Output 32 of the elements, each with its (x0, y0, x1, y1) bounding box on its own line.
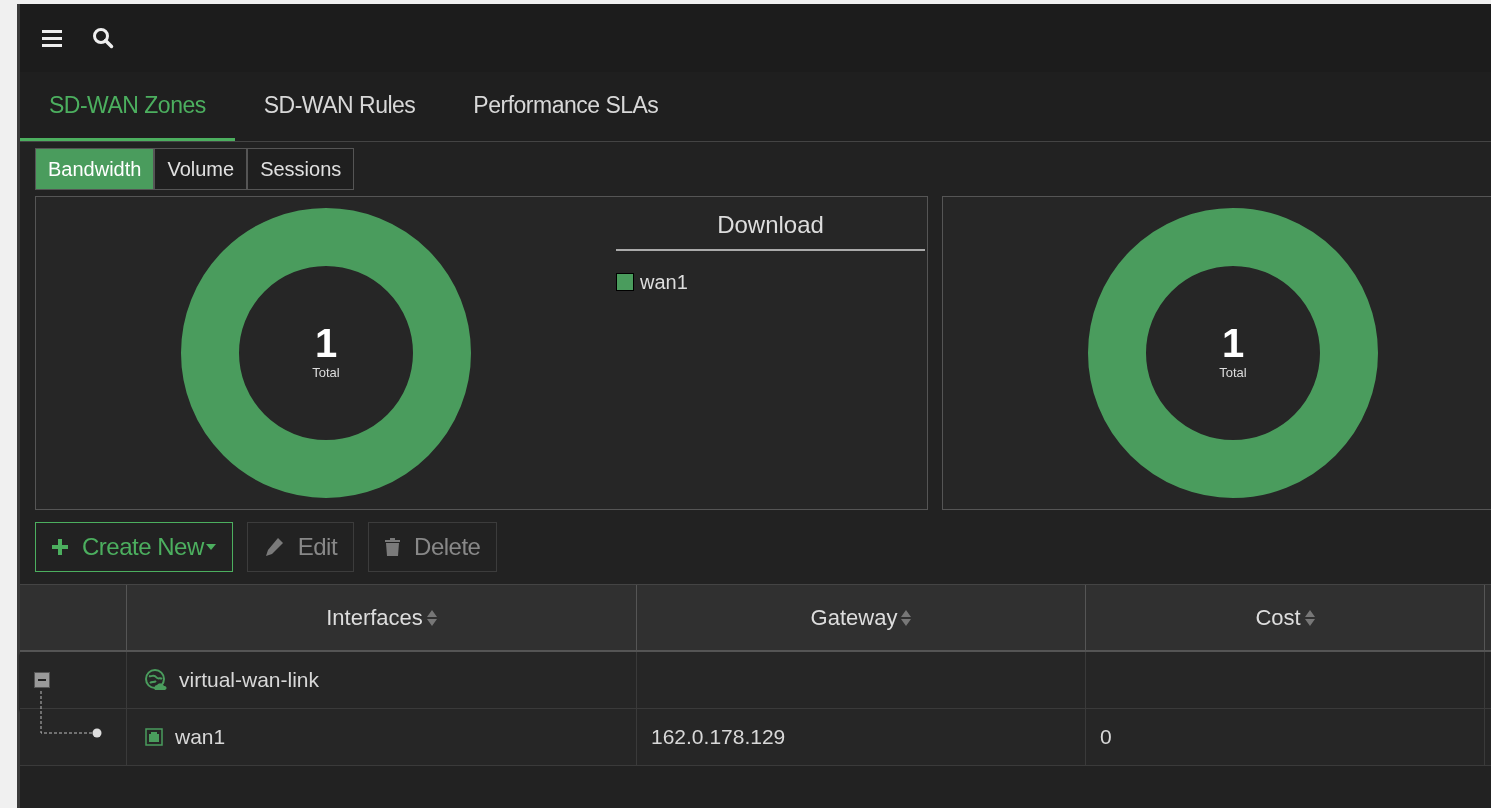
search-icon[interactable] (92, 27, 114, 49)
trash-icon (385, 538, 401, 556)
menu-icon[interactable] (42, 29, 62, 47)
total-value: 1 (314, 323, 338, 364)
total-label: Total (312, 364, 340, 383)
interface-name: virtual-wan-link (179, 667, 320, 694)
globe-cloud-icon (145, 669, 167, 691)
tab[interactable]: SD-WAN Rules (234, 72, 445, 141)
gateway-cell-text: 162.0.178.129 (651, 724, 786, 751)
tab[interactable]: Performance SLAs (444, 72, 688, 141)
cost-cell-text: 0 (1100, 724, 1112, 751)
sort-icon (1304, 609, 1315, 626)
legend-label: wan1 (640, 270, 688, 295)
legend-title: Download (616, 207, 925, 251)
total-value: 1 (1221, 323, 1245, 364)
pencil-icon (263, 537, 284, 557)
view-tab[interactable]: Sessions (247, 148, 355, 190)
collapse-toggle[interactable] (34, 672, 50, 688)
column-header[interactable]: Gateway (637, 585, 1086, 650)
column-header[interactable]: Interfaces (127, 585, 637, 650)
view-tab[interactable]: Volume (154, 148, 248, 190)
column-header[interactable]: Cost (1086, 585, 1485, 650)
sort-icon (426, 609, 437, 626)
tree-connector (40, 691, 102, 738)
total-label: Total (1219, 364, 1247, 383)
plus-icon (52, 539, 68, 555)
caret-icon (205, 544, 216, 550)
tab[interactable]: SD-WAN Zones (20, 72, 235, 141)
create-button[interactable]: Create New (35, 522, 233, 572)
interface-name: wan1 (175, 724, 226, 751)
sort-icon (901, 609, 912, 626)
network-port-icon (145, 728, 163, 746)
